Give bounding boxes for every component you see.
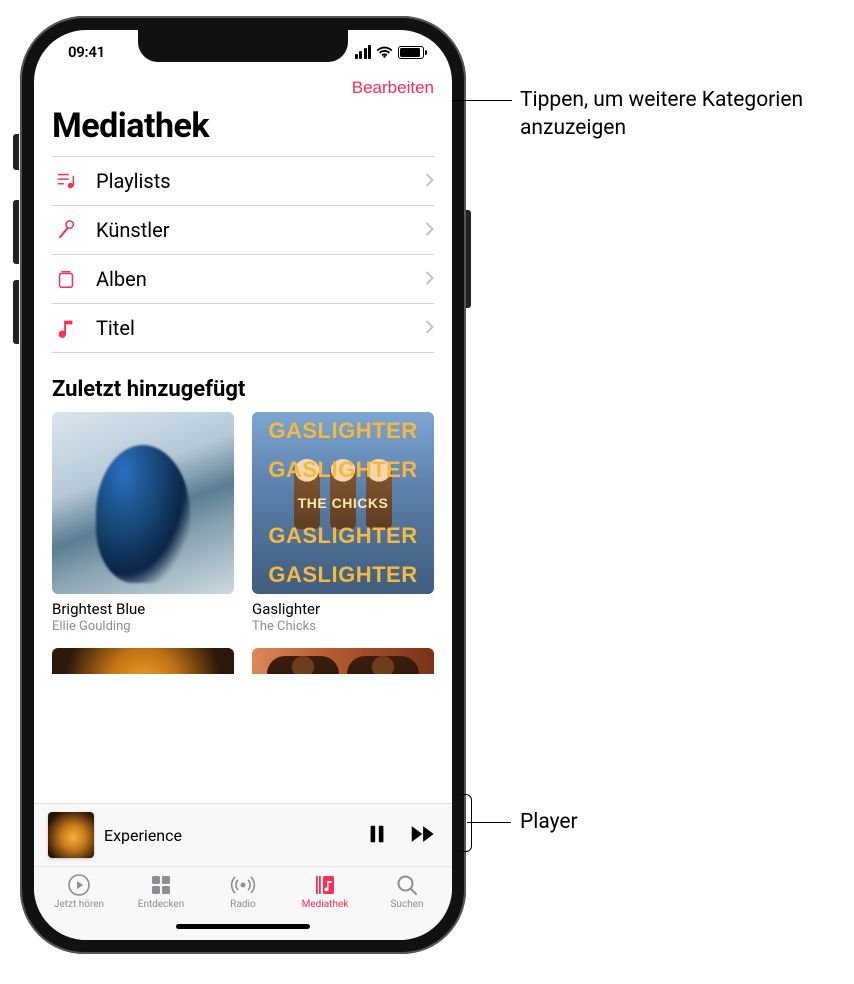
now-playing-artwork bbox=[48, 812, 94, 858]
tab-listen-now[interactable]: Jetzt hören bbox=[38, 873, 120, 910]
tab-label: Suchen bbox=[390, 899, 423, 910]
category-songs[interactable]: Titel bbox=[52, 304, 434, 353]
tab-label: Radio bbox=[230, 899, 255, 910]
now-playing-title: Experience bbox=[104, 826, 356, 845]
category-artists[interactable]: Künstler bbox=[52, 206, 434, 255]
mini-player[interactable]: Experience bbox=[34, 803, 452, 866]
category-label: Titel bbox=[96, 316, 409, 340]
recently-added-title: Zuletzt hinzugefügt bbox=[34, 353, 452, 412]
edit-button[interactable]: Bearbeiten bbox=[352, 78, 434, 98]
chevron-right-icon bbox=[425, 172, 434, 191]
album-row-peek bbox=[34, 634, 452, 674]
tab-label: Mediathek bbox=[302, 899, 349, 910]
microphone-icon bbox=[52, 219, 80, 241]
screen: 09:41 Bearbeiten Mediathek Playlists bbox=[34, 30, 452, 940]
album-item[interactable]: GASLIGHTER GASLIGHTER THE CHICKS GASLIGH… bbox=[252, 412, 434, 634]
home-indicator[interactable] bbox=[34, 912, 452, 940]
category-label: Playlists bbox=[96, 169, 409, 193]
chevron-right-icon bbox=[425, 319, 434, 338]
tab-browse[interactable]: Entdecken bbox=[120, 873, 202, 910]
album-artwork: GASLIGHTER GASLIGHTER THE CHICKS GASLIGH… bbox=[252, 412, 434, 594]
album-title: Brightest Blue bbox=[52, 600, 234, 618]
callout-player: Player bbox=[520, 808, 720, 836]
recently-added-grid: Brightest Blue Ellie Goulding GASLIGHTER… bbox=[34, 412, 452, 634]
notch bbox=[138, 30, 348, 62]
phone-frame: 09:41 Bearbeiten Mediathek Playlists bbox=[20, 16, 466, 954]
pause-button[interactable] bbox=[366, 823, 388, 848]
category-list: Playlists Künstler Alben bbox=[34, 156, 452, 353]
album-artist: The Chicks bbox=[252, 619, 434, 634]
callout-edit: Tippen, um weitere Kategorien anzuzeigen bbox=[520, 86, 840, 143]
category-playlists[interactable]: Playlists bbox=[52, 156, 434, 206]
tab-bar: Jetzt hören Entdecken Radio Mediathek Su… bbox=[34, 866, 452, 912]
album-artwork[interactable] bbox=[252, 648, 434, 674]
album-item[interactable]: Brightest Blue Ellie Goulding bbox=[52, 412, 234, 634]
category-label: Künstler bbox=[96, 218, 409, 242]
page-title: Mediathek bbox=[34, 98, 452, 156]
tab-radio[interactable]: Radio bbox=[202, 873, 284, 910]
category-label: Alben bbox=[96, 267, 409, 291]
album-artwork bbox=[52, 412, 234, 594]
tab-library[interactable]: Mediathek bbox=[284, 873, 366, 910]
tab-search[interactable]: Suchen bbox=[366, 873, 448, 910]
category-albums[interactable]: Alben bbox=[52, 255, 434, 304]
tab-label: Jetzt hören bbox=[54, 899, 104, 910]
album-icon bbox=[52, 268, 80, 290]
chevron-right-icon bbox=[425, 270, 434, 289]
album-artist: Ellie Goulding bbox=[52, 619, 234, 634]
album-artwork[interactable] bbox=[52, 648, 234, 674]
next-track-button[interactable] bbox=[410, 823, 438, 848]
wifi-icon bbox=[376, 44, 393, 61]
tab-label: Entdecken bbox=[138, 899, 184, 910]
chevron-right-icon bbox=[425, 221, 434, 240]
album-title: Gaslighter bbox=[252, 600, 434, 618]
note-icon bbox=[52, 317, 80, 339]
status-time: 09:41 bbox=[68, 43, 105, 61]
signal-icon bbox=[355, 45, 372, 59]
playlist-icon bbox=[52, 170, 80, 192]
battery-icon bbox=[398, 46, 424, 59]
